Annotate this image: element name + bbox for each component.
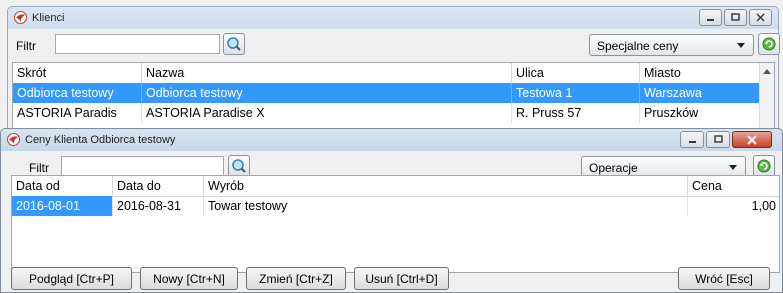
column-header-ulica[interactable]: Ulica [512,63,640,83]
close-button[interactable] [749,9,772,26]
column-header-skrot[interactable]: Skrót [13,63,142,83]
cell-skrot: Odbiorca testowy [13,83,142,103]
minimize-icon [707,19,714,21]
cell-cena: 1,00 [751,199,776,213]
search-icon [227,37,241,51]
klienci-grid: Skrót Nazwa Ulica Miasto Odbiorca testow… [12,62,775,134]
select-value: Operacje [589,161,638,175]
klienci-title: Klienci [32,12,65,24]
cell-miasto: Pruszków [640,103,761,123]
maximize-button[interactable] [706,131,730,148]
close-icon [756,13,765,22]
ceny-title: Ceny Klienta Odbiorca testowy [25,134,176,146]
maximize-icon [731,13,740,21]
ceny-window: Ceny Klienta Odbiorca testowy Filtr Oper… [0,128,783,293]
ceny-titlebar[interactable]: Ceny Klienta Odbiorca testowy [1,129,782,151]
refresh-icon [757,159,771,173]
klienci-titlebar[interactable]: Klienci [8,7,778,29]
search-button[interactable] [228,155,250,177]
cell-nazwa: ASTORIA Paradise X [142,103,512,123]
column-header-nazwa[interactable]: Nazwa [142,63,512,83]
app-logo-icon [14,11,27,24]
cell-miasto: Warszawa [640,83,761,103]
close-icon [747,134,757,145]
maximize-icon [713,135,723,143]
table-row[interactable]: 2016-08-01 2016-08-31 Towar testowy 1,00 [12,196,779,216]
klienci-filter-row: Filtr Specjalne ceny [8,30,780,60]
table-row[interactable]: ASTORIA Paradis ASTORIA Paradise X R. Pr… [13,103,774,123]
filter-input[interactable] [55,34,220,54]
search-icon [232,159,246,173]
preview-button[interactable]: Podgląd [Ctr+P] [11,267,132,290]
back-button[interactable]: Wróć [Esc] [678,267,770,290]
refresh-button[interactable] [758,33,780,55]
scroll-up-icon[interactable] [763,69,771,74]
column-header-cena[interactable]: Cena [688,176,779,196]
cell-skrot: ASTORIA Paradis [13,103,142,123]
filter-input[interactable] [61,156,224,176]
refresh-button[interactable] [753,155,775,177]
cell-ulica: R. Pruss 57 [512,103,640,123]
close-button[interactable] [732,131,772,148]
table-row[interactable]: Odbiorca testowy Odbiorca testowy Testow… [13,83,774,103]
ceny-grid-header: Data od Data do Wyrób Cena [12,176,779,197]
minimize-button[interactable] [680,131,704,148]
search-button[interactable] [223,33,245,55]
app-logo-icon [7,133,20,146]
filter-label: Filtr [29,161,49,175]
new-button[interactable]: Nowy [Ctr+N] [140,267,238,290]
edit-button[interactable]: Zmień [Ctr+Z] [246,267,346,290]
column-header-wyrob[interactable]: Wyrób [204,176,688,196]
refresh-icon [762,37,776,51]
cell-ulica: Testowa 1 [512,83,640,103]
klienci-window: Klienci Filtr Specjalne ceny Skrót Nazwa… [7,6,780,134]
minimize-button[interactable] [699,9,722,26]
select-value: Specjalne ceny [597,39,679,53]
vertical-scrollbar[interactable] [759,63,774,133]
cell-data-do: 2016-08-31 [113,196,204,216]
delete-button[interactable]: Usuń [Ctrl+D] [354,267,449,290]
column-header-data-od[interactable]: Data od [12,176,113,196]
maximize-button[interactable] [724,9,747,26]
minimize-icon [688,141,696,143]
chevron-down-icon [737,43,745,48]
column-header-miasto[interactable]: Miasto [640,63,761,83]
cell-wyrob: Towar testowy [204,196,688,216]
column-header-data-do[interactable]: Data do [113,176,204,196]
filter-label: Filtr [16,39,36,53]
cell-nazwa: Odbiorca testowy [142,83,512,103]
chevron-down-icon [729,165,737,170]
special-prices-select[interactable]: Specjalne ceny [589,34,754,56]
ceny-grid: Data od Data do Wyrób Cena 2016-08-01 20… [11,175,780,273]
cell-data-od[interactable]: 2016-08-01 [12,196,113,216]
klienci-grid-header: Skrót Nazwa Ulica Miasto [13,63,774,84]
